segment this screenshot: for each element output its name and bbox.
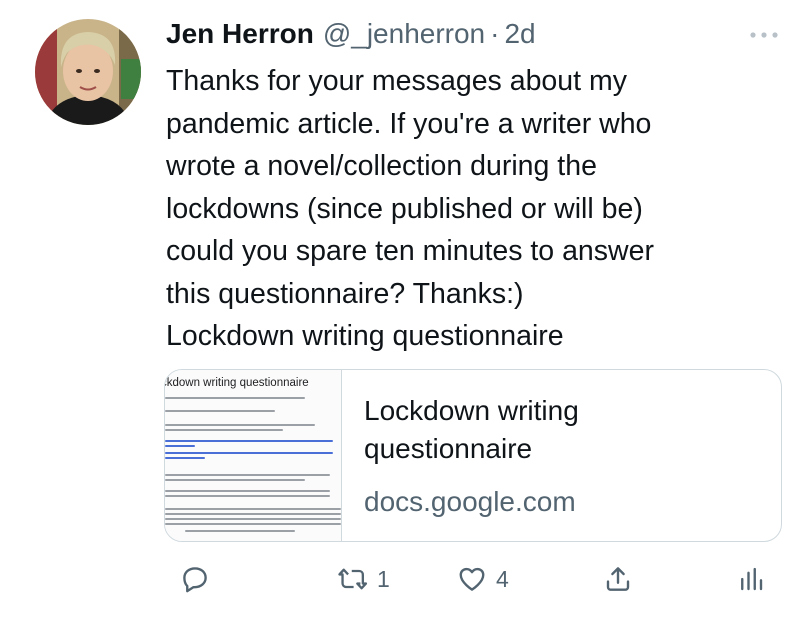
reply-icon	[183, 567, 207, 593]
card-thumbnail: ckdown writing questionnaire	[165, 370, 342, 541]
timestamp[interactable]: 2d	[504, 18, 535, 50]
ellipsis-icon	[750, 32, 778, 38]
tweet-text-line: lockdowns (since published or will be)	[166, 192, 643, 225]
reply-button[interactable]	[180, 561, 210, 597]
retweet-icon	[338, 568, 368, 590]
author-handle[interactable]: @_jenherron	[323, 18, 485, 50]
tweet-header: Jen Herron @_jenherron · 2d	[166, 18, 536, 54]
tweet-text-line: could you spare ten minutes to answer	[166, 235, 654, 267]
retweet-button[interactable]: 1	[337, 561, 390, 597]
heart-icon	[459, 567, 485, 591]
like-button[interactable]: 4	[456, 561, 509, 597]
author-name[interactable]: Jen Herron	[166, 18, 314, 50]
share-icon	[606, 567, 630, 591]
thumbnail-doc-title: ckdown writing questionnaire	[165, 377, 309, 389]
avatar[interactable]	[35, 19, 141, 125]
tweet-link-text[interactable]: Lockdown writing questionnaire	[166, 315, 776, 358]
card-domain: docs.google.com	[364, 486, 576, 517]
card-title: Lockdown writing questionnaire	[364, 395, 579, 464]
like-count: 4	[496, 565, 509, 592]
tweet-text-line: Thanks for your messages about my	[166, 65, 627, 97]
share-button[interactable]	[603, 561, 633, 597]
link-card[interactable]: ckdown writing questionnaire Lockdown wr…	[164, 369, 782, 542]
retweet-count: 1	[377, 565, 390, 592]
tweet-text-line: wrote a novel/collection during the	[166, 150, 597, 182]
tweet-text: Thanks for your messages about my pandem…	[166, 60, 776, 358]
analytics-icon	[741, 567, 763, 591]
more-options-button[interactable]	[746, 25, 782, 45]
tweet-actions: 1 4	[160, 555, 785, 603]
tweet-text-line: this questionnaire? Thanks:)	[166, 277, 524, 310]
separator-dot: ·	[490, 18, 500, 49]
card-body: Lockdown writing questionnaire docs.goog…	[342, 370, 664, 541]
avatar-photo	[35, 19, 141, 125]
tweet-text-line: pandemic article. If you're a writer who	[166, 107, 652, 140]
analytics-button[interactable]	[736, 561, 766, 597]
